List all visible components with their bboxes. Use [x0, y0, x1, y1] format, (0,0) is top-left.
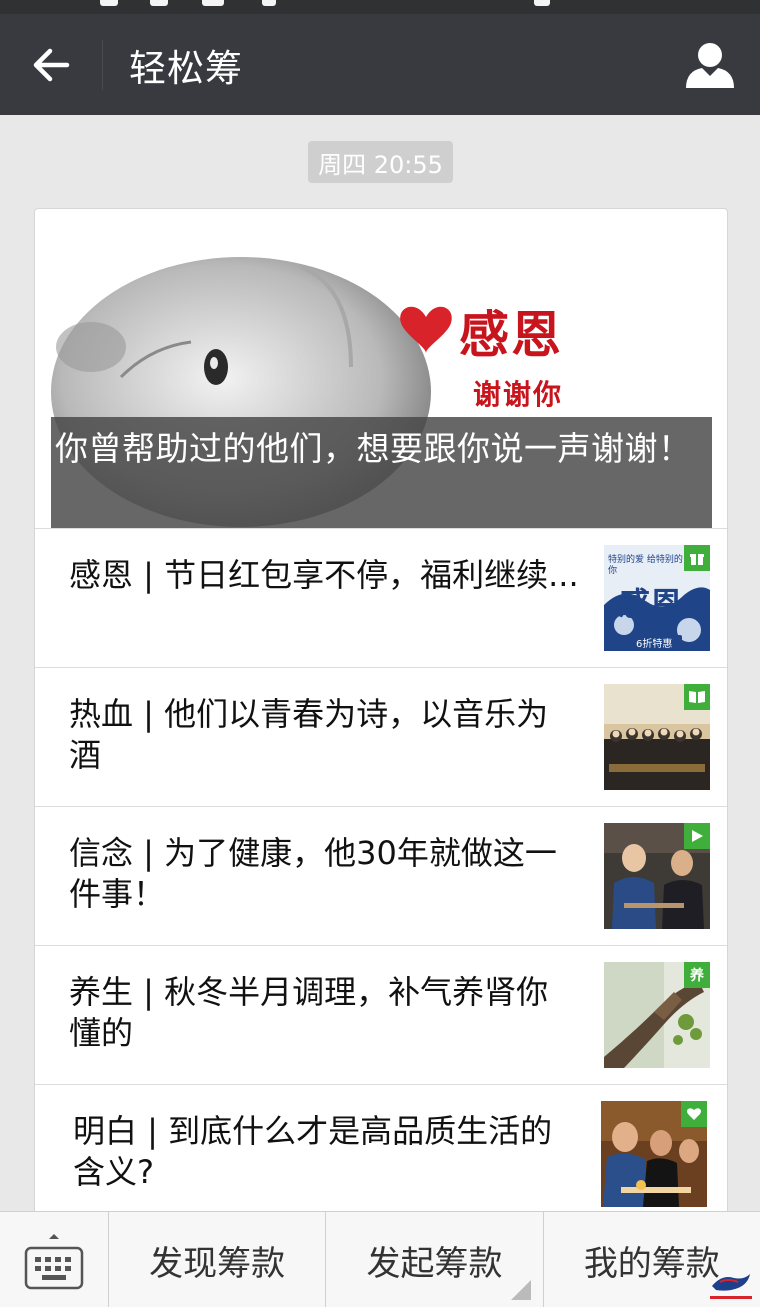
keyboard-toggle-button[interactable] — [0, 1212, 109, 1307]
menu-my-fundraising[interactable]: 我的筹款 — [544, 1212, 760, 1307]
menu-discover-fundraising[interactable]: 发现筹款 — [109, 1212, 327, 1307]
gift-icon — [684, 545, 710, 571]
status-bar — [0, 0, 760, 14]
news-message-card: 感恩 谢谢你 你曾帮助过的他们，想要跟你说一声谢谢！ 感恩 | 节日红包享不停，… — [34, 208, 728, 1218]
menu-label: 发现筹款 — [149, 1243, 286, 1284]
status-icon — [202, 0, 224, 6]
hero-subheading: 谢谢你 — [473, 378, 564, 411]
article-item[interactable]: 养生 | 秋冬半月调理，补气养肾你懂的 养 — [35, 945, 727, 1084]
status-icon — [262, 0, 276, 6]
heart-icon — [681, 1101, 707, 1127]
menu-start-fundraising[interactable]: 发起筹款 — [326, 1212, 544, 1307]
article-title: 明白 | 到底什么才是高品质生活的含义? — [73, 1112, 553, 1191]
featured-article-title: 你曾帮助过的他们，想要跟你说一声谢谢！ — [51, 417, 712, 529]
thumbnail-badge: 6折特惠 — [636, 639, 673, 650]
article-title: 养生 | 秋冬半月调理，补气养肾你懂的 — [69, 973, 549, 1052]
status-icon — [100, 0, 118, 6]
hero-heading: 感恩 — [459, 305, 563, 364]
featured-article[interactable]: 感恩 谢谢你 你曾帮助过的他们，想要跟你说一声谢谢！ — [51, 227, 712, 529]
article-item[interactable]: 热血 | 他们以青春为诗，以音乐为酒 — [35, 667, 727, 806]
message-timestamp: 周四 20:55 — [308, 141, 453, 183]
watermark-logo — [709, 1274, 752, 1299]
article-thumbnail: 养 — [604, 962, 710, 1068]
book-icon — [684, 684, 710, 710]
menu-label: 我的筹款 — [583, 1243, 720, 1284]
thumbnail-text: 感恩 — [618, 585, 683, 623]
article-item[interactable]: 信念 | 为了健康，他30年就做这一件事！ — [35, 806, 727, 945]
article-thumbnail — [604, 684, 710, 790]
keyboard-icon — [24, 1234, 84, 1290]
back-arrow-icon — [33, 48, 70, 81]
menu-label: 发起筹款 — [366, 1243, 503, 1284]
health-icon: 养 — [684, 962, 710, 988]
article-thumbnail — [604, 823, 710, 929]
back-button[interactable] — [0, 14, 102, 115]
official-account-profile-button[interactable] — [682, 38, 738, 92]
article-title: 信念 | 为了健康，他30年就做这一件事！ — [69, 834, 557, 913]
thumbnail-top-text: 特别的爱 给特别的你 — [608, 555, 683, 576]
header-divider — [102, 39, 103, 90]
status-icon — [150, 0, 168, 6]
status-icon — [534, 0, 550, 6]
submenu-indicator-icon — [510, 1280, 531, 1300]
article-title: 感恩 | 节日红包享不停，福利继续... — [69, 556, 579, 594]
bottom-menu-bar: 发现筹款 发起筹款 我的筹款 — [0, 1211, 760, 1307]
person-icon — [686, 43, 734, 88]
article-thumbnail — [601, 1101, 707, 1207]
play-icon — [684, 823, 710, 849]
article-thumbnail: 特别的爱 给特别的你 感恩 6折特惠 — [604, 545, 710, 651]
page-title: 轻松筹 — [129, 46, 243, 90]
article-title: 热血 | 他们以青春为诗，以音乐为酒 — [69, 695, 549, 774]
article-item[interactable]: 感恩 | 节日红包享不停，福利继续... 特别的爱 给特别的你 感恩 6折特惠 — [35, 528, 727, 667]
top-navigation-bar: 轻松筹 — [0, 14, 760, 115]
article-item[interactable]: 明白 | 到底什么才是高品质生活的含义? — [35, 1084, 727, 1217]
